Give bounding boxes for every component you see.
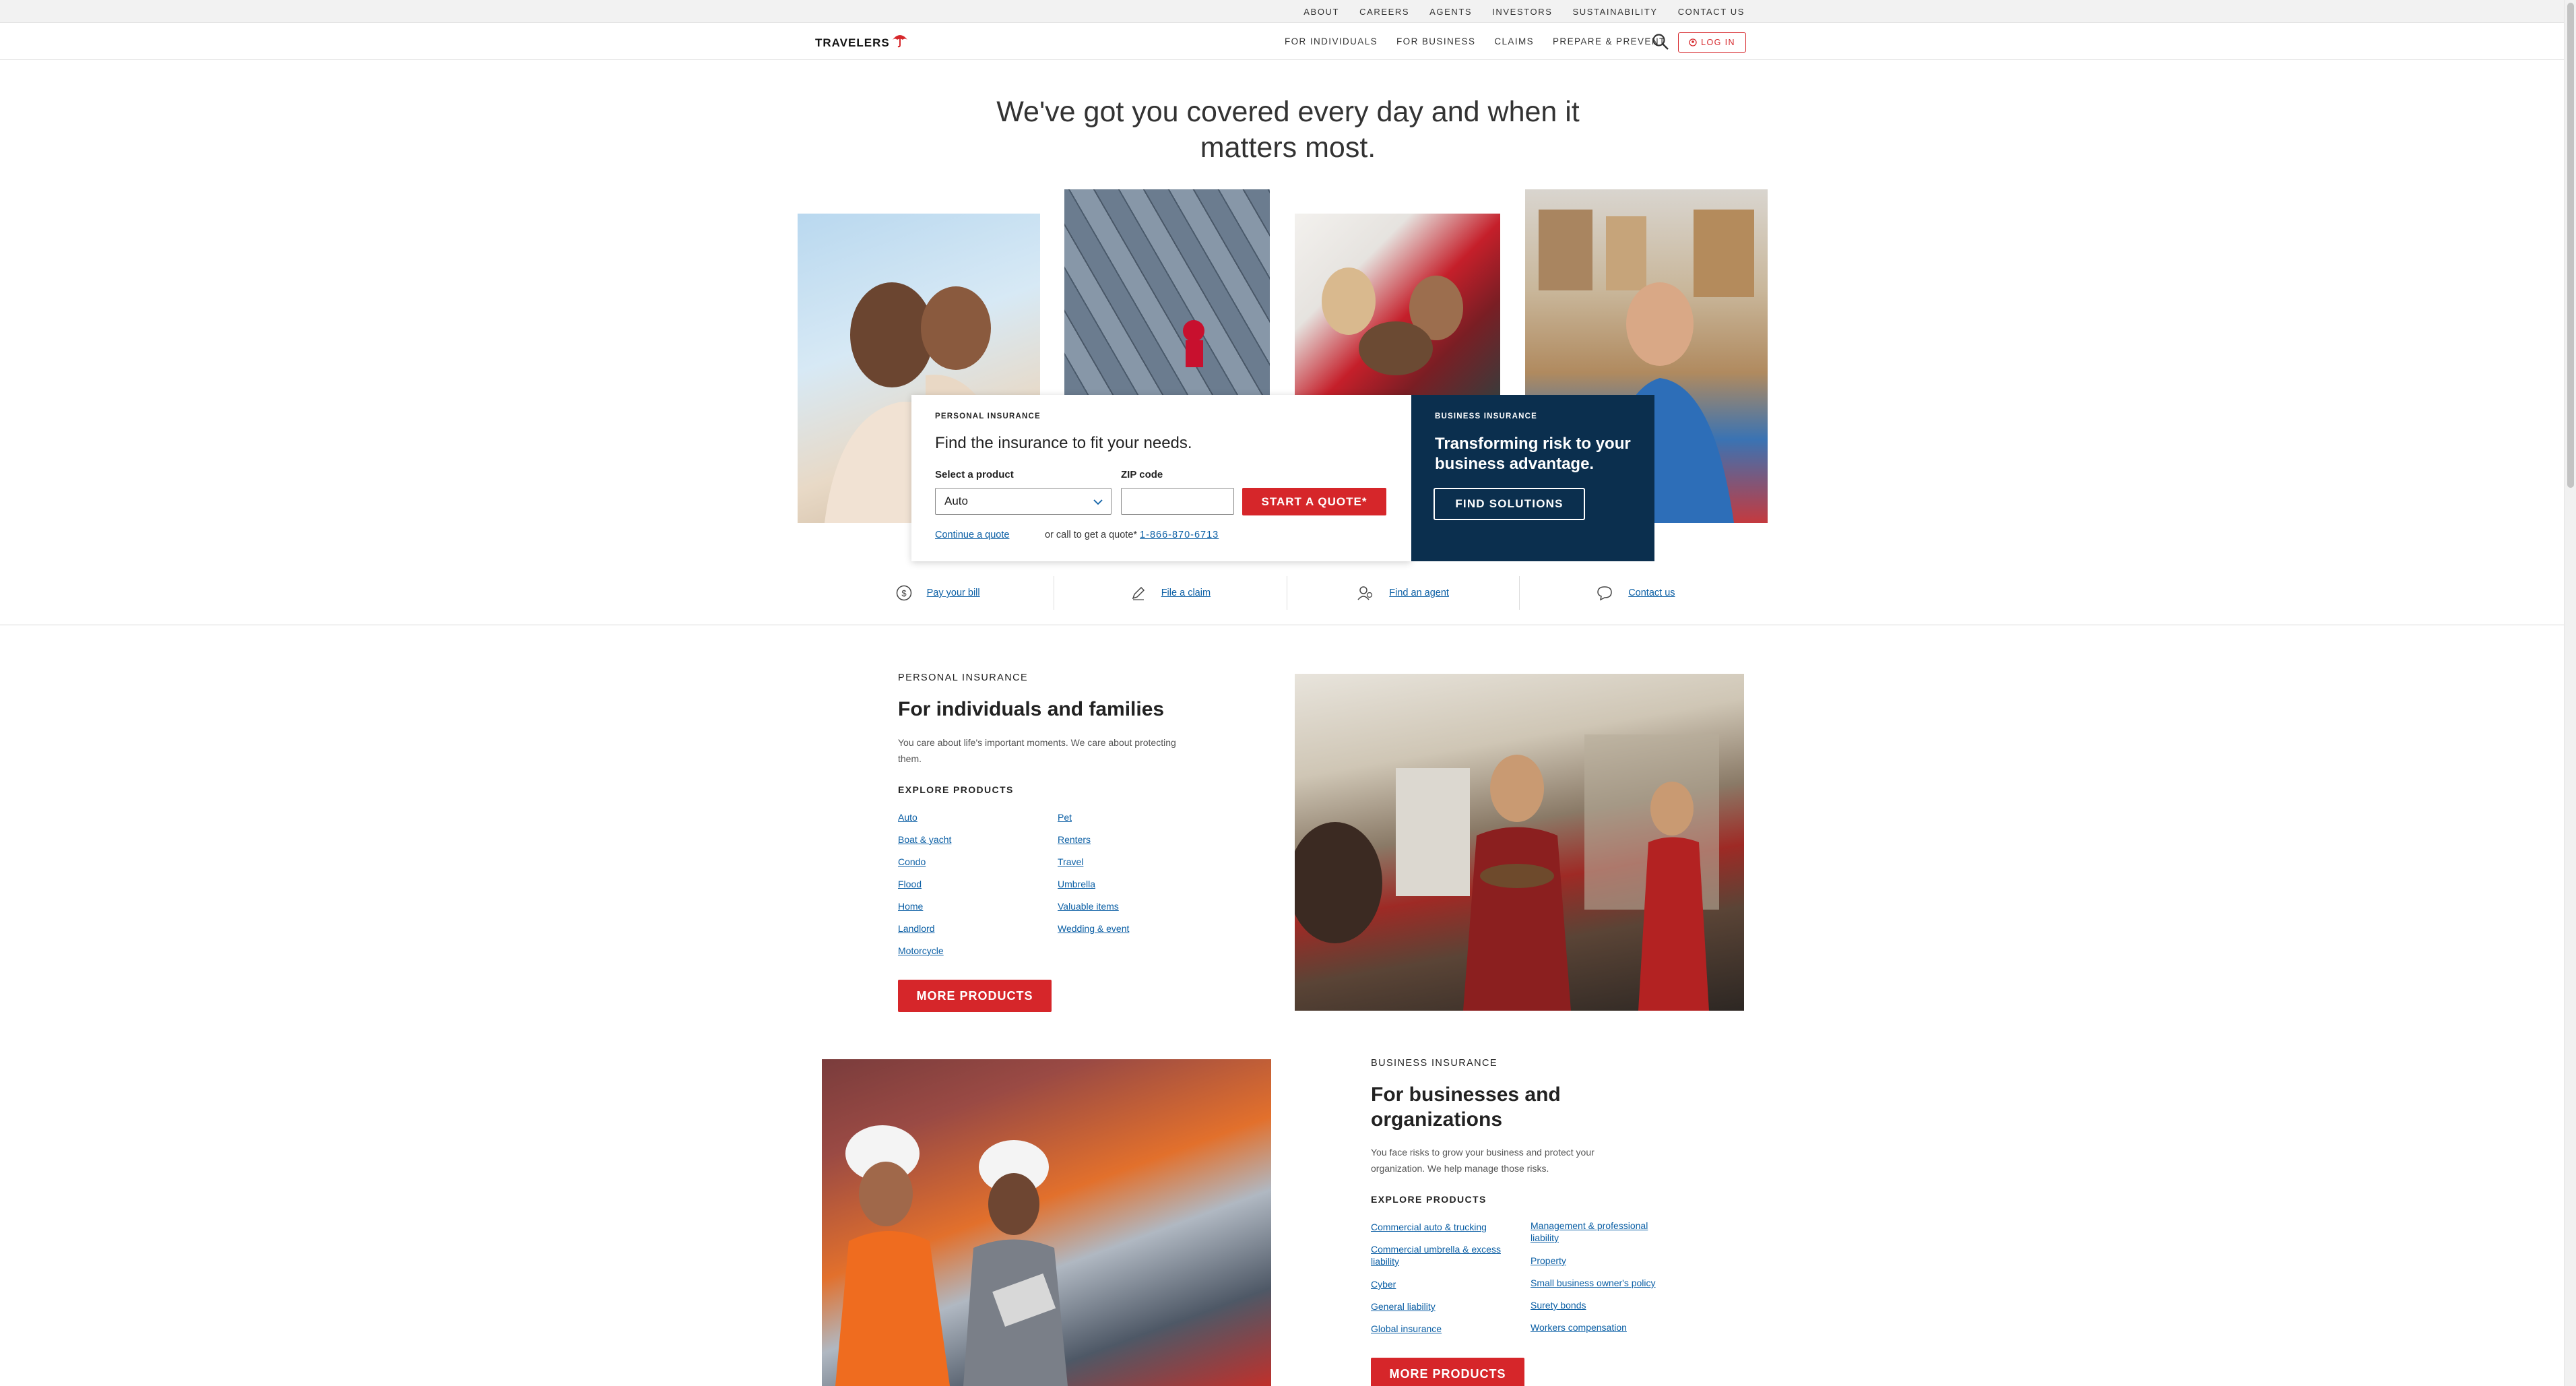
- scrollbar-thumb[interactable]: [2567, 3, 2574, 488]
- business-heading: For businesses and organizations: [1371, 1083, 1561, 1131]
- nav-claims[interactable]: CLAIMS: [1494, 36, 1534, 46]
- main-nav: FOR INDIVIDUALS FOR BUSINESS CLAIMS PREP…: [1285, 23, 1666, 60]
- workers-image: [822, 1059, 1271, 1386]
- product-link-workers-compensation[interactable]: Workers compensation: [1531, 1321, 1679, 1344]
- personal-quote-card: PERSONAL INSURANCE Find the insurance to…: [911, 395, 1411, 561]
- nav-for-business[interactable]: FOR BUSINESS: [1396, 36, 1475, 46]
- utility-link-investors[interactable]: INVESTORS: [1492, 7, 1552, 17]
- quick-link-file-claim[interactable]: File a claim: [1054, 576, 1287, 610]
- quick-link-label: Contact us: [1628, 588, 1675, 598]
- product-link-pet[interactable]: Pet: [1058, 811, 1129, 833]
- product-link-property[interactable]: Property: [1531, 1255, 1679, 1277]
- logo-wordmark: TRAVELERS: [815, 36, 890, 49]
- personal-eyebrow: PERSONAL INSURANCE: [898, 672, 1029, 683]
- dollar-icon: $: [896, 585, 911, 601]
- product-link-valuable-items[interactable]: Valuable items: [1058, 900, 1129, 922]
- utility-link-careers[interactable]: CAREERS: [1359, 7, 1409, 17]
- product-select-value: Auto: [944, 495, 968, 507]
- business-eyebrow: BUSINESS INSURANCE: [1371, 1058, 1498, 1069]
- utility-link-agents[interactable]: AGENTS: [1429, 7, 1472, 17]
- product-link-global-insurance[interactable]: Global insurance: [1371, 1323, 1506, 1345]
- personal-products-col1: Auto Boat & yacht Condo Flood Home Landl…: [898, 811, 951, 967]
- quick-link-label: File a claim: [1161, 588, 1211, 598]
- nav-for-individuals[interactable]: FOR INDIVIDUALS: [1285, 36, 1378, 46]
- family-dinner-image: [1295, 674, 1744, 1011]
- travelers-logo[interactable]: TRAVELERS: [815, 33, 909, 53]
- chat-icon: [1597, 586, 1612, 601]
- product-link-wedding-event[interactable]: Wedding & event: [1058, 922, 1129, 945]
- nav-prepare-prevent[interactable]: PREPARE & PREVENT: [1553, 36, 1666, 46]
- product-link-auto[interactable]: Auto: [898, 811, 951, 833]
- business-products-col2: Management & professional liability Prop…: [1531, 1220, 1679, 1344]
- product-link-surety-bonds[interactable]: Surety bonds: [1531, 1299, 1679, 1321]
- personal-description: You care about life's important moments.…: [898, 737, 1176, 764]
- product-link-cyber[interactable]: Cyber: [1371, 1278, 1506, 1300]
- call-text-label: or call to get a quote*: [1045, 530, 1138, 540]
- search-icon: [1652, 34, 1669, 50]
- hero-image-solar-panels: [1064, 189, 1270, 396]
- quote-card-heading: Find the insurance to fit your needs.: [935, 434, 1192, 452]
- personal-more-products-button[interactable]: MORE PRODUCTS: [898, 980, 1052, 1012]
- product-link-travel[interactable]: Travel: [1058, 856, 1129, 878]
- product-link-management-liability[interactable]: Management & professional liability: [1531, 1220, 1679, 1255]
- utility-link-contact-us[interactable]: CONTACT US: [1678, 7, 1745, 17]
- page-scrollbar[interactable]: [2564, 0, 2576, 1386]
- product-link-motorcycle[interactable]: Motorcycle: [898, 945, 951, 967]
- business-more-products-button[interactable]: MORE PRODUCTS: [1371, 1358, 1524, 1386]
- phone-link[interactable]: 1-866-870-6713: [1140, 530, 1219, 540]
- product-link-small-business-policy[interactable]: Small business owner's policy: [1531, 1277, 1679, 1299]
- quick-link-label: Find an agent: [1389, 588, 1449, 598]
- quote-card-eyebrow: PERSONAL INSURANCE: [935, 412, 1041, 420]
- product-select[interactable]: Auto: [935, 488, 1112, 515]
- login-label: LOG IN: [1701, 38, 1735, 47]
- utility-link-about[interactable]: ABOUT: [1303, 7, 1339, 17]
- svg-text:$: $: [901, 588, 907, 598]
- quick-link-contact-us[interactable]: Contact us: [1520, 576, 1751, 610]
- product-link-home[interactable]: Home: [898, 900, 951, 922]
- product-link-boat-yacht[interactable]: Boat & yacht: [898, 833, 951, 856]
- find-solutions-button[interactable]: FIND SOLUTIONS: [1434, 488, 1585, 520]
- zip-code-input[interactable]: [1121, 488, 1234, 515]
- product-link-flood[interactable]: Flood: [898, 878, 951, 900]
- hero-image-pet-owners: [1295, 214, 1500, 396]
- umbrella-icon: [892, 35, 907, 48]
- utility-nav: ABOUT CAREERS AGENTS INVESTORS SUSTAINAB…: [1303, 0, 1745, 23]
- user-icon: [1689, 38, 1697, 46]
- product-select-label: Select a product: [935, 469, 1014, 480]
- business-description: You face risks to grow your business and…: [1371, 1147, 1595, 1174]
- quick-link-pay-bill[interactable]: $ Pay your bill: [822, 576, 1055, 610]
- pencil-icon: [1132, 586, 1145, 600]
- product-link-general-liability[interactable]: General liability: [1371, 1300, 1506, 1323]
- personal-products-col2: Pet Renters Travel Umbrella Valuable ite…: [1058, 811, 1129, 945]
- product-link-commercial-umbrella[interactable]: Commercial umbrella & excess liability: [1371, 1243, 1506, 1278]
- business-card-heading: Transforming risk to your business advan…: [1435, 435, 1631, 473]
- site-header: TRAVELERS FOR INDIVIDUALS FOR BUSINESS C…: [0, 23, 2564, 60]
- utility-bar: ABOUT CAREERS AGENTS INVESTORS SUSTAINAB…: [0, 0, 2564, 23]
- business-explore-label: EXPLORE PRODUCTS: [1371, 1194, 1487, 1205]
- search-button[interactable]: [1651, 32, 1670, 51]
- personal-heading: For individuals and families: [898, 698, 1165, 720]
- product-link-umbrella[interactable]: Umbrella: [1058, 878, 1129, 900]
- utility-link-sustainability[interactable]: SUSTAINABILITY: [1573, 7, 1658, 17]
- login-button[interactable]: LOG IN: [1678, 32, 1746, 53]
- business-card-eyebrow: BUSINESS INSURANCE: [1435, 412, 1537, 420]
- chevron-down-icon: [1093, 499, 1103, 505]
- zip-label: ZIP code: [1121, 469, 1163, 480]
- continue-quote-link[interactable]: Continue a quote: [935, 530, 1009, 540]
- quick-link-label: Pay your bill: [926, 588, 980, 598]
- personal-explore-label: EXPLORE PRODUCTS: [898, 784, 1014, 795]
- product-link-renters[interactable]: Renters: [1058, 833, 1129, 856]
- call-to-quote-text: or call to get a quote* 1-866-870-6713: [1045, 530, 1219, 540]
- quick-links-bar: $ Pay your bill File a claim Find an age…: [822, 576, 1751, 610]
- quick-link-find-agent[interactable]: Find an agent: [1287, 576, 1520, 610]
- product-link-commercial-auto[interactable]: Commercial auto & trucking: [1371, 1221, 1506, 1243]
- business-card: BUSINESS INSURANCE Transforming risk to …: [1411, 395, 1654, 561]
- agent-icon: [1357, 586, 1373, 600]
- product-link-landlord[interactable]: Landlord: [898, 922, 951, 945]
- start-quote-button[interactable]: START A QUOTE*: [1242, 488, 1386, 515]
- business-products-col1: Commercial auto & trucking Commercial um…: [1371, 1221, 1506, 1345]
- product-link-condo[interactable]: Condo: [898, 856, 951, 878]
- hero-title: We've got you covered every day and when…: [996, 96, 1580, 164]
